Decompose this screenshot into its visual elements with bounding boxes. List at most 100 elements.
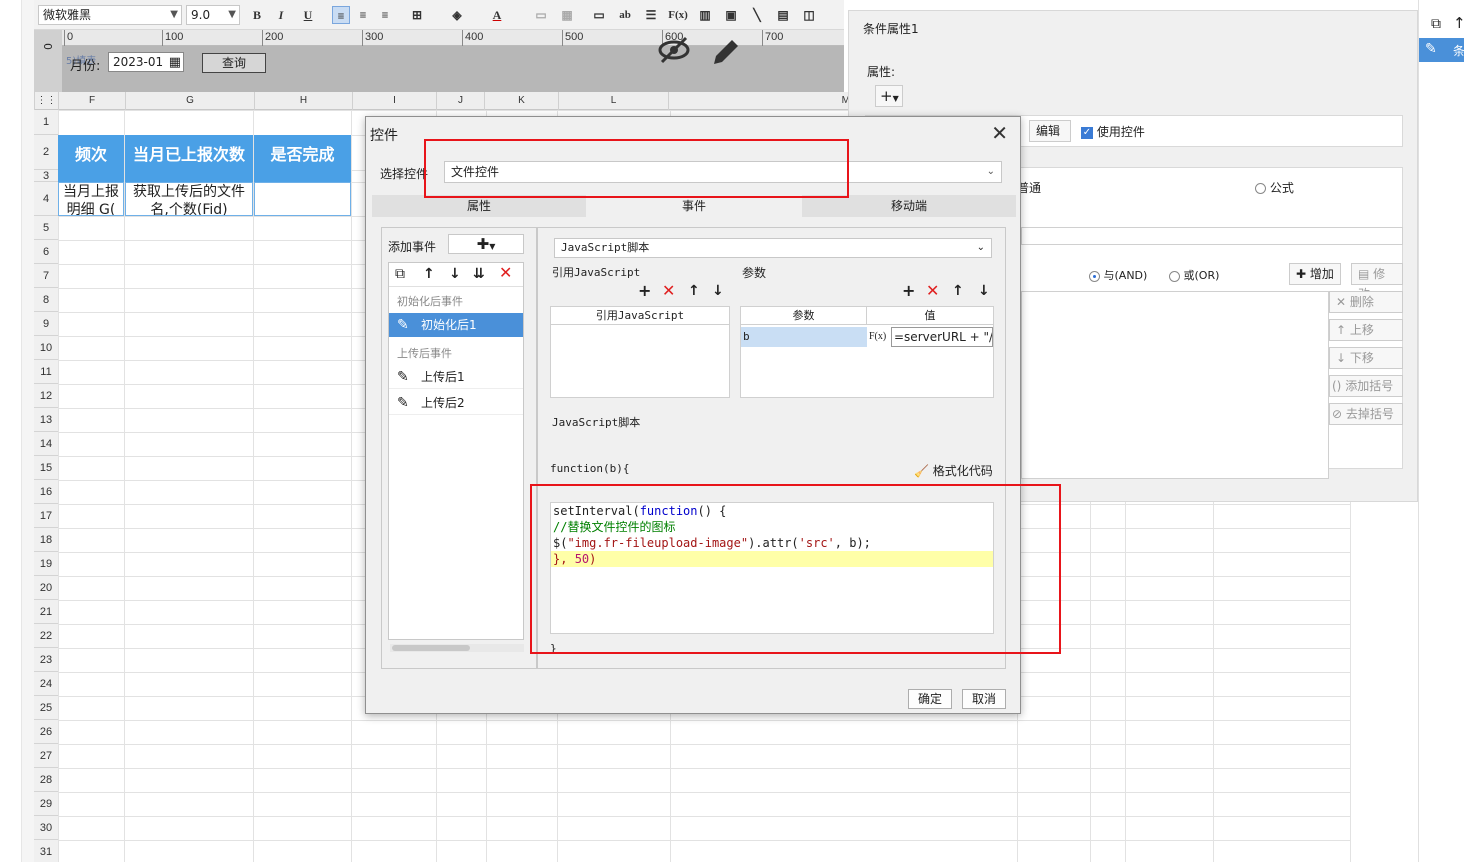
row-header[interactable]: 17 [34,504,58,528]
hidden-eye-icon[interactable] [656,32,692,68]
add-bracket-button[interactable]: () 添加括号 [1329,375,1403,397]
font-family-select[interactable]: 微软雅黑 ▼ [38,5,182,25]
move-up-condition-button[interactable]: ↑ 上移 [1329,319,1403,341]
italic-button[interactable]: I [272,6,290,24]
row-header[interactable]: 29 [34,792,58,816]
row-header[interactable]: 14 [34,432,58,456]
row-header[interactable]: 30 [34,816,58,840]
row-header[interactable]: 31 [34,840,58,862]
header-cell-reported-count[interactable]: 当月已上报次数 [125,135,253,182]
row-header[interactable]: 13 [34,408,58,432]
row-header[interactable]: 27 [34,744,58,768]
edit-pencil-icon[interactable] [708,36,742,70]
cell-g4[interactable]: 获取上传后的文件名,个数(Fid) [125,182,253,216]
font-color-icon[interactable]: A [488,6,506,24]
use-control-checkbox[interactable]: ✓ 使用控件 [1081,123,1145,140]
row-header[interactable]: 3 [34,170,58,182]
row-header[interactable]: 1 [34,110,58,135]
tab-events[interactable]: 事件 [586,195,802,217]
merge-cell-icon[interactable]: ▭ [532,6,550,24]
align-center-icon[interactable]: ≡ [354,6,372,24]
row-header[interactable]: 2 [34,135,58,170]
radio-and[interactable]: 与(AND) [1089,267,1147,283]
row-header[interactable]: 9 [34,312,58,336]
radio-or[interactable]: 或(OR) [1169,267,1219,283]
tab-mobile[interactable]: 移动端 [802,195,1016,217]
column-header-l[interactable]: L [558,92,668,110]
row-header[interactable]: 4 [34,182,58,216]
column-header-k[interactable]: K [484,92,558,110]
arrow-up-icon[interactable]: ↑ [688,284,700,298]
script-type-select[interactable]: JavaScript脚本 ⌄ [554,238,992,258]
row-header[interactable]: 12 [34,384,58,408]
arrow-down-icon[interactable]: ↓ [712,284,724,298]
ok-button[interactable]: 确定 [908,689,952,709]
arrow-down-icon[interactable]: ↓ [978,284,990,298]
formula-input[interactable] [1021,227,1403,245]
move-down-condition-button[interactable]: ↓ 下移 [1329,347,1403,369]
textbox-icon[interactable]: ▭ [590,6,608,24]
image-icon[interactable]: ▣ [722,6,740,24]
formula-button[interactable]: F(x) [666,6,690,24]
event-list-scrollbar[interactable] [390,644,524,652]
calendar-icon[interactable]: ▦ [169,54,181,72]
fill-color-icon[interactable]: ◈ [448,6,466,24]
row-header[interactable]: 20 [34,576,58,600]
row-header[interactable]: 26 [34,720,58,744]
delete-condition-button[interactable]: ✕ 删除 [1329,291,1403,313]
delete-param-icon[interactable]: ✕ [926,283,939,299]
row-header[interactable]: 8 [34,288,58,312]
tab-properties[interactable]: 属性 [372,195,586,217]
column-header-f[interactable]: F [58,92,125,110]
text-ab-button[interactable]: ab [616,6,634,24]
align-right-icon[interactable]: ≡ [376,6,394,24]
row-header[interactable]: 15 [34,456,58,480]
event-item-upload1[interactable]: ✎ 上传后1 [389,365,523,389]
param-value-cell[interactable]: =serverURL + "/w [891,327,993,347]
copy-icon[interactable]: ⧉ [395,267,405,281]
text-lines-icon[interactable]: ☰ [642,6,660,24]
arrow-up-icon[interactable]: ↑ [423,267,435,281]
column-header-h[interactable]: H [254,92,352,110]
condition-list[interactable] [1021,291,1329,479]
widget-icon[interactable]: ◫ [800,6,818,24]
row-header[interactable]: 24 [34,672,58,696]
month-date-field[interactable]: 2023-01 ▦ [108,52,184,72]
event-item-upload2[interactable]: ✎ 上传后2 [389,391,523,415]
delete-icon[interactable]: ✕ [499,265,512,281]
chart-icon[interactable]: ▥ [696,6,714,24]
arrow-up-icon[interactable]: ↑ [952,284,964,298]
align-left-icon[interactable]: ≡ [332,6,350,24]
delete-ref-icon[interactable]: ✕ [662,283,675,299]
query-button[interactable]: 查询 [202,53,266,73]
add-ref-icon[interactable]: + [638,283,651,299]
format-code-button[interactable]: 🧹 格式化代码 [914,462,993,479]
code-editor[interactable]: setInterval(function() { //替换文件控件的图标 $("… [550,502,994,634]
row-header[interactable]: 10 [34,336,58,360]
copy-icon[interactable]: ⧉ [1431,16,1441,32]
header-cell-frequency[interactable]: 频次 [58,135,124,182]
row-header[interactable]: 5 [34,216,58,240]
row-header[interactable]: 18 [34,528,58,552]
control-type-select[interactable]: 文件控件 ⌄ [444,161,1002,183]
bold-button[interactable]: B [248,6,266,24]
header-cell-completed[interactable]: 是否完成 [254,135,351,182]
split-cell-icon[interactable]: ▦ [558,6,576,24]
font-size-select[interactable]: 9.0 ▼ [186,5,240,25]
condition-item-1[interactable]: ✎ 条 [1419,38,1464,62]
modify-condition-button[interactable]: ▤ 修改 [1351,263,1403,301]
row-header[interactable]: 11 [34,360,58,384]
row-header[interactable]: 7 [34,264,58,288]
row-header[interactable]: 22 [34,624,58,648]
row-header[interactable]: 23 [34,648,58,672]
scrollbar-thumb[interactable] [392,645,470,651]
row-header[interactable]: 28 [34,768,58,792]
column-header-g[interactable]: G [125,92,254,110]
row-header[interactable]: 19 [34,552,58,576]
add-attr-button[interactable]: +▼ [875,85,903,107]
radio-formula[interactable]: 公式 [1255,179,1294,196]
border-icon[interactable]: ⊞ [408,6,426,24]
close-icon[interactable]: ✕ [991,121,1008,145]
row-header[interactable]: 25 [34,696,58,720]
frame-icon[interactable]: ▤ [774,6,792,24]
